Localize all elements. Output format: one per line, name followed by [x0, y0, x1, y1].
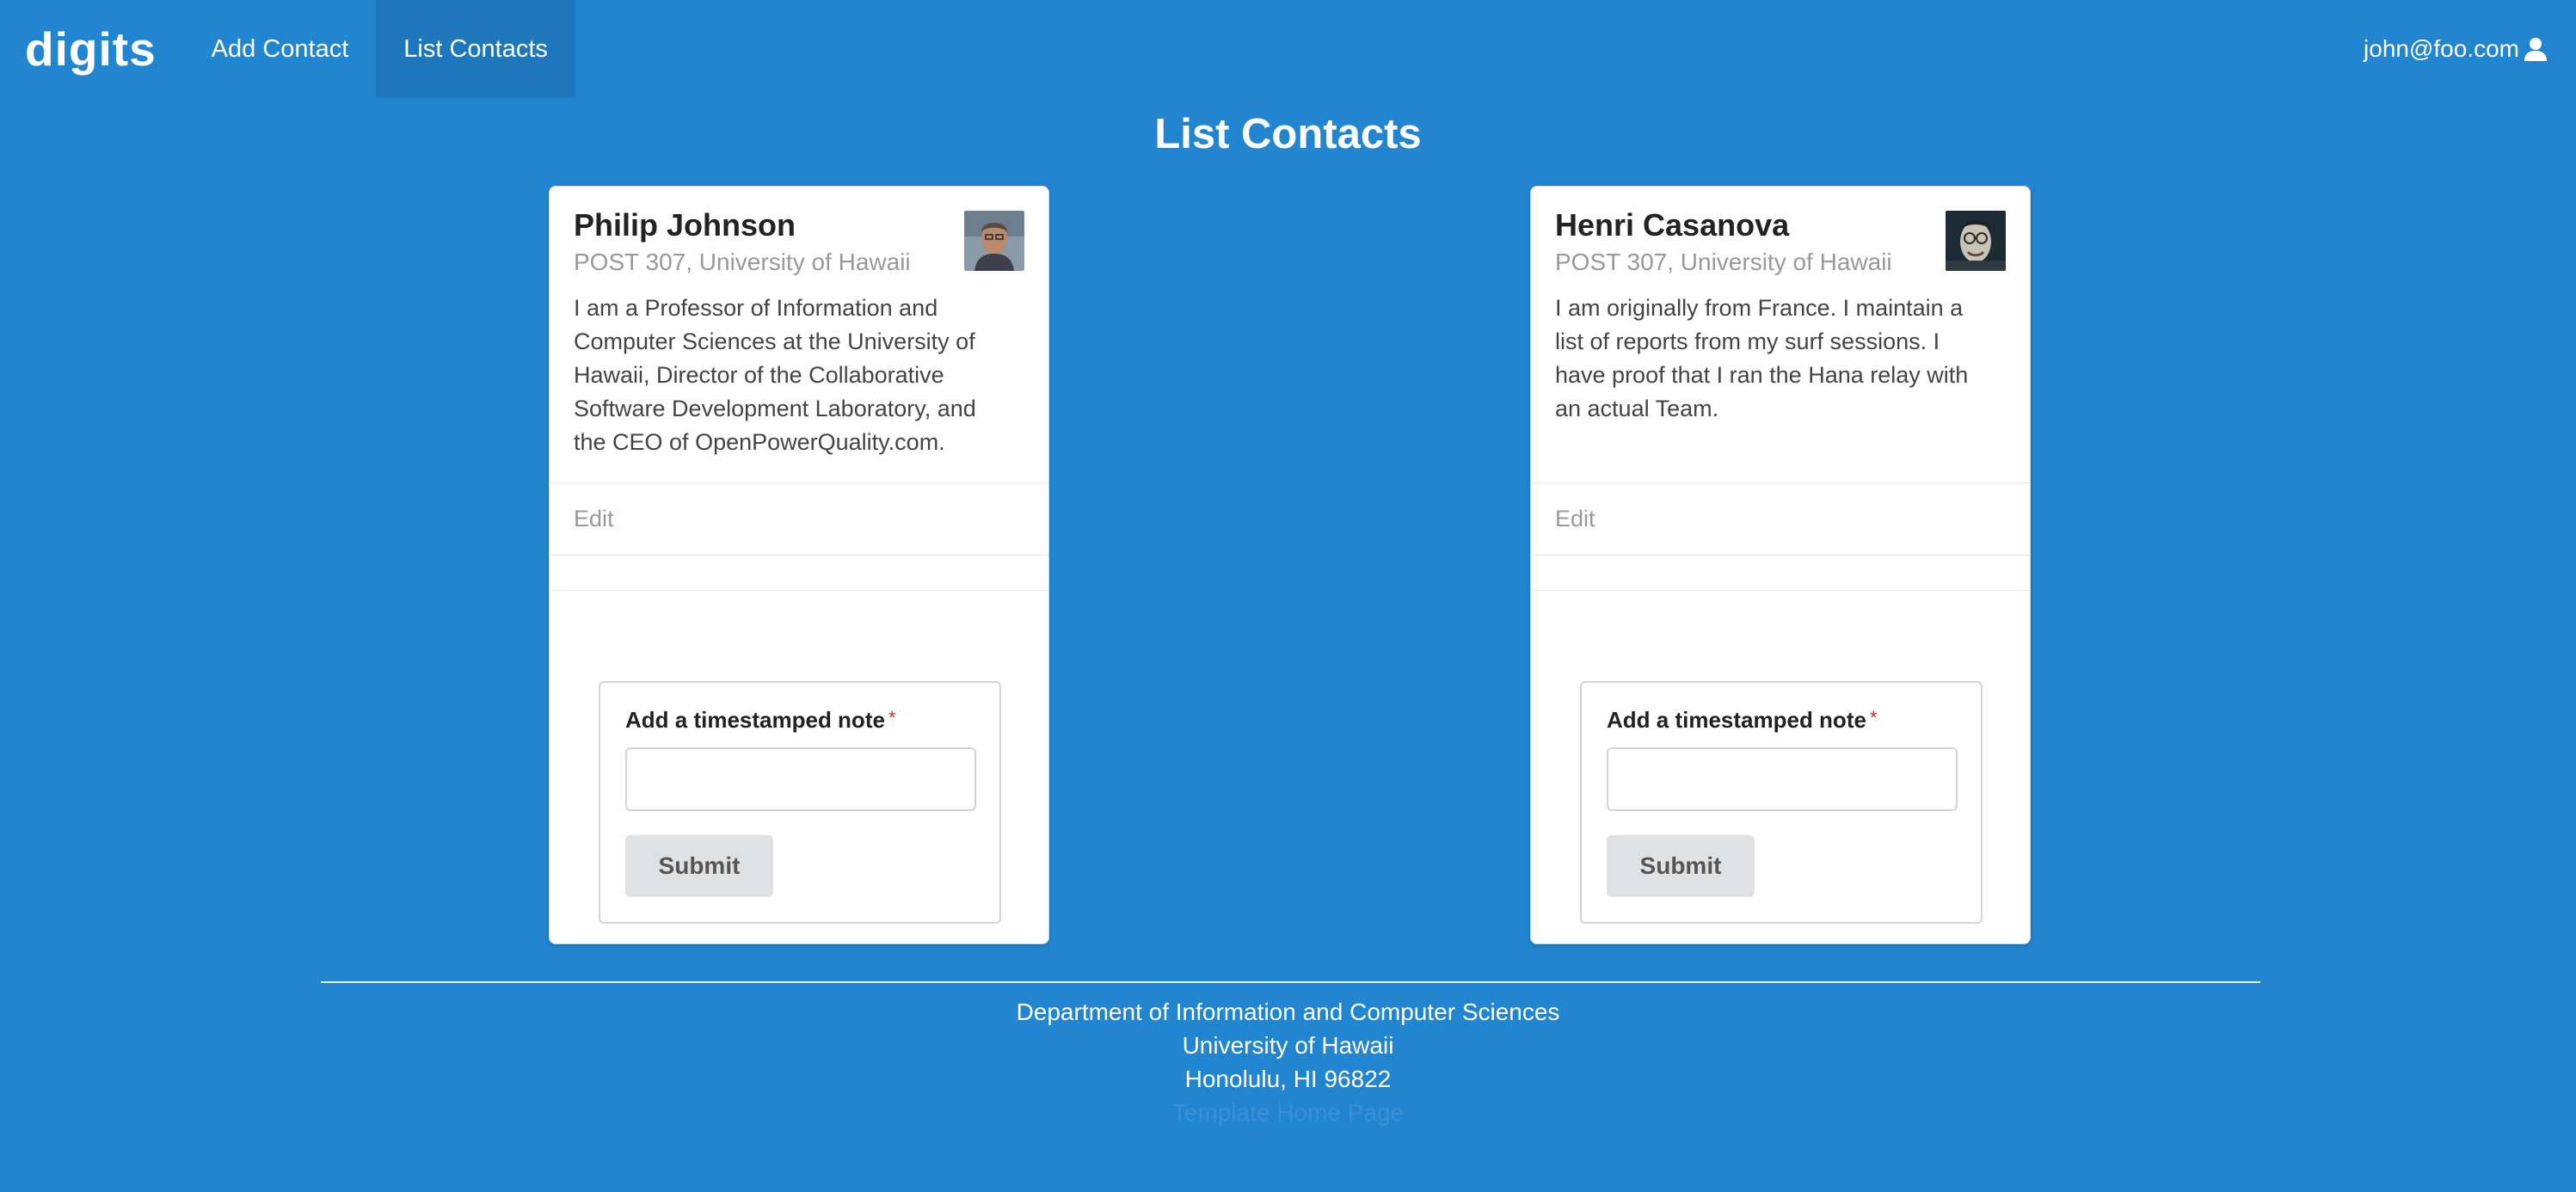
contact-card: Philip Johnson POST 307, University of H… [549, 186, 1049, 944]
footer-divider [321, 981, 2260, 983]
contact-description: I am a Professor of Information and Comp… [574, 295, 976, 456]
notes-section [1531, 555, 2030, 591]
edit-link[interactable]: Edit [574, 506, 614, 532]
avatar [964, 211, 1024, 271]
card-extra: Edit [1531, 482, 2030, 555]
template-home-link[interactable]: Template Home Page [0, 1096, 2576, 1129]
required-asterisk: * [1869, 707, 1878, 728]
nav-add-contact[interactable]: Add Contact [184, 0, 377, 98]
submit-button[interactable]: Submit [625, 835, 773, 897]
user-icon [2523, 36, 2548, 62]
card-extra: Edit [550, 482, 1048, 555]
avatar [1946, 211, 2006, 271]
submit-button[interactable]: Submit [1607, 835, 1755, 897]
footer-department: Department of Information and Computer S… [1016, 998, 1560, 1025]
contact-address: POST 307, University of Hawaii [1555, 248, 1892, 275]
contact-name: Henri Casanova [1555, 207, 1790, 243]
footer-address: Honolulu, HI 96822 [1184, 1066, 1392, 1092]
notes-section [550, 555, 1048, 591]
contact-name: Philip Johnson [574, 207, 796, 243]
note-input[interactable] [1607, 747, 1958, 811]
contact-card: Henri Casanova POST 307, University of H… [1530, 186, 2031, 944]
note-label: Add a timestamped note [625, 707, 885, 733]
contact-description: I am originally from France. I maintain … [1555, 295, 1969, 422]
brand-logo[interactable]: digits [0, 0, 184, 98]
user-menu[interactable]: john@foo.com [2364, 0, 2548, 98]
add-note-form: Add a timestamped note * Submit [1580, 681, 1983, 924]
required-asterisk: * [888, 707, 896, 728]
add-note-form: Add a timestamped note * Submit [599, 681, 1001, 924]
card-content: Henri Casanova POST 307, University of H… [1531, 187, 2030, 482]
note-input[interactable] [625, 747, 976, 811]
user-email: john@foo.com [2364, 35, 2519, 62]
edit-link[interactable]: Edit [1555, 506, 1595, 532]
top-menu: digits Add Contact List Contacts john@fo… [0, 0, 2576, 98]
contact-address: POST 307, University of Hawaii [574, 248, 911, 275]
note-label: Add a timestamped note [1607, 707, 1866, 733]
page-title: List Contacts [1154, 111, 1422, 157]
footer: Department of Information and Computer S… [0, 995, 2576, 1129]
footer-university: University of Hawaii [1182, 1032, 1394, 1059]
card-content: Philip Johnson POST 307, University of H… [550, 187, 1048, 482]
nav-list-contacts[interactable]: List Contacts [376, 0, 575, 98]
